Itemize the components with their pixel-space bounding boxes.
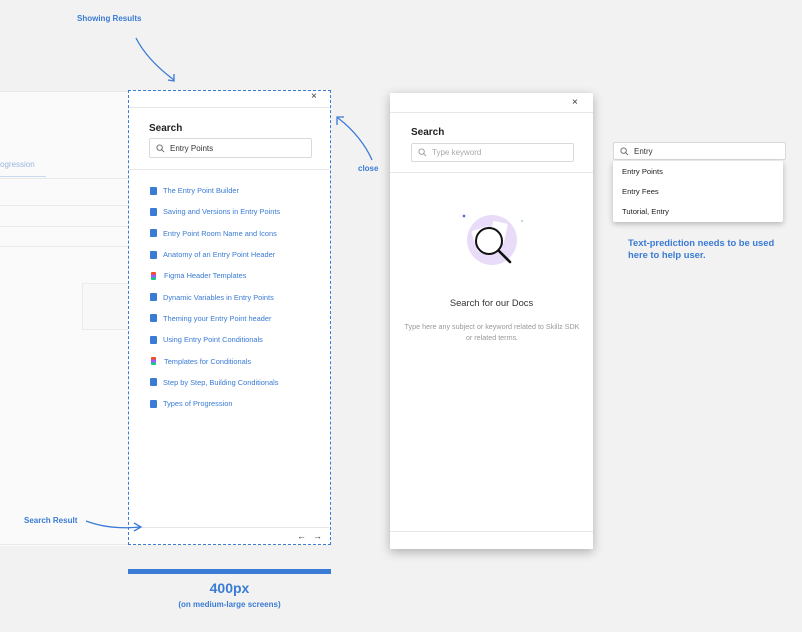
list-item[interactable]: Templates for Conditionals	[150, 350, 280, 371]
doc-icon	[150, 186, 157, 195]
list-item[interactable]: Types of Progression	[150, 393, 280, 414]
annotation-arrow-close-icon	[336, 116, 373, 161]
doc-icon	[150, 250, 157, 259]
doc-icon	[150, 207, 157, 216]
background-divider	[0, 205, 128, 206]
search-input[interactable]: Type keyword	[411, 143, 574, 162]
dropdown-option[interactable]: Tutorial, Entry	[613, 201, 783, 221]
dropdown-option[interactable]: Entry Fees	[613, 181, 783, 201]
list-item[interactable]: Saving and Versions in Entry Points	[150, 201, 280, 222]
close-icon[interactable]: ×	[311, 91, 317, 102]
empty-state-description: Type here any subject or keyword related…	[404, 322, 580, 342]
width-value-label: 400px	[209, 580, 250, 596]
footer-divider	[129, 527, 329, 528]
search-divider	[390, 172, 593, 173]
doc-icon	[150, 378, 157, 387]
close-icon[interactable]: ×	[572, 97, 578, 108]
background-card	[82, 283, 130, 330]
search-placeholder: Type keyword	[432, 148, 482, 157]
footer-divider	[390, 531, 593, 532]
annotation-showing-results: Showing Results	[77, 14, 142, 23]
annotation-arrow-right-icon	[85, 520, 143, 532]
results-list: The Entry Point Builder Saving and Versi…	[150, 180, 280, 414]
doc-icon	[150, 229, 157, 238]
search-input-value: Entry Points	[170, 143, 214, 153]
doc-icon	[150, 293, 157, 302]
width-indicator-bar	[128, 569, 331, 574]
list-item[interactable]: Anatomy of an Entry Point Header	[150, 244, 280, 265]
prev-arrow-icon[interactable]: ←	[297, 531, 306, 541]
list-item[interactable]: Step by Step, Building Conditionals	[150, 372, 280, 393]
list-item[interactable]: Theming your Entry Point header	[150, 308, 280, 329]
next-arrow-icon[interactable]: →	[313, 531, 322, 541]
prediction-search-input[interactable]: Entry	[613, 142, 786, 160]
annotation-close: close	[358, 164, 379, 173]
prediction-dropdown: Entry Points Entry Fees Tutorial, Entry	[613, 161, 783, 222]
background-divider	[0, 178, 128, 179]
background-divider	[0, 226, 128, 227]
search-input[interactable]: Entry Points	[149, 138, 312, 158]
annotation-search-result: Search Result	[24, 516, 78, 525]
dropdown-option[interactable]: Entry Points	[613, 161, 783, 181]
search-icon	[620, 146, 629, 155]
list-item[interactable]: The Entry Point Builder	[150, 180, 280, 201]
list-item[interactable]: Dynamic Variables in Entry Points	[150, 286, 280, 307]
search-empty-panel: × Search Type keyword Search for our Doc…	[390, 93, 593, 549]
prediction-input-value: Entry	[634, 146, 653, 156]
background-divider	[0, 246, 128, 247]
doc-icon	[150, 314, 157, 323]
empty-state-title: Search for our Docs	[449, 297, 534, 308]
magnifier-illustration-icon	[462, 214, 523, 265]
list-item[interactable]: Using Entry Point Conditionals	[150, 329, 280, 350]
panel-title: Search	[411, 127, 445, 138]
width-note-label: (on medium-large screens)	[178, 600, 281, 609]
figma-icon	[151, 271, 156, 280]
annotation-arrow-down-icon	[135, 37, 175, 82]
doc-icon	[150, 335, 157, 344]
search-icon	[418, 148, 427, 157]
search-divider	[129, 169, 329, 170]
annotation-text-prediction: Text-prediction needs to be used here to…	[628, 237, 775, 260]
search-icon	[156, 143, 165, 152]
panel-header-divider	[390, 112, 593, 113]
background-tab-underline	[0, 176, 46, 177]
search-results-panel: × Search Entry Points The Entry Point Bu…	[128, 90, 331, 545]
list-item[interactable]: Figma Header Templates	[150, 265, 280, 286]
doc-icon	[150, 399, 157, 408]
panel-header-divider	[129, 107, 329, 108]
list-item[interactable]: Entry Point Room Name and Icons	[150, 223, 280, 244]
panel-title: Search	[149, 123, 183, 134]
background-tab-progression: ogression	[0, 160, 35, 169]
background-divider	[0, 544, 128, 545]
figma-icon	[151, 357, 156, 366]
